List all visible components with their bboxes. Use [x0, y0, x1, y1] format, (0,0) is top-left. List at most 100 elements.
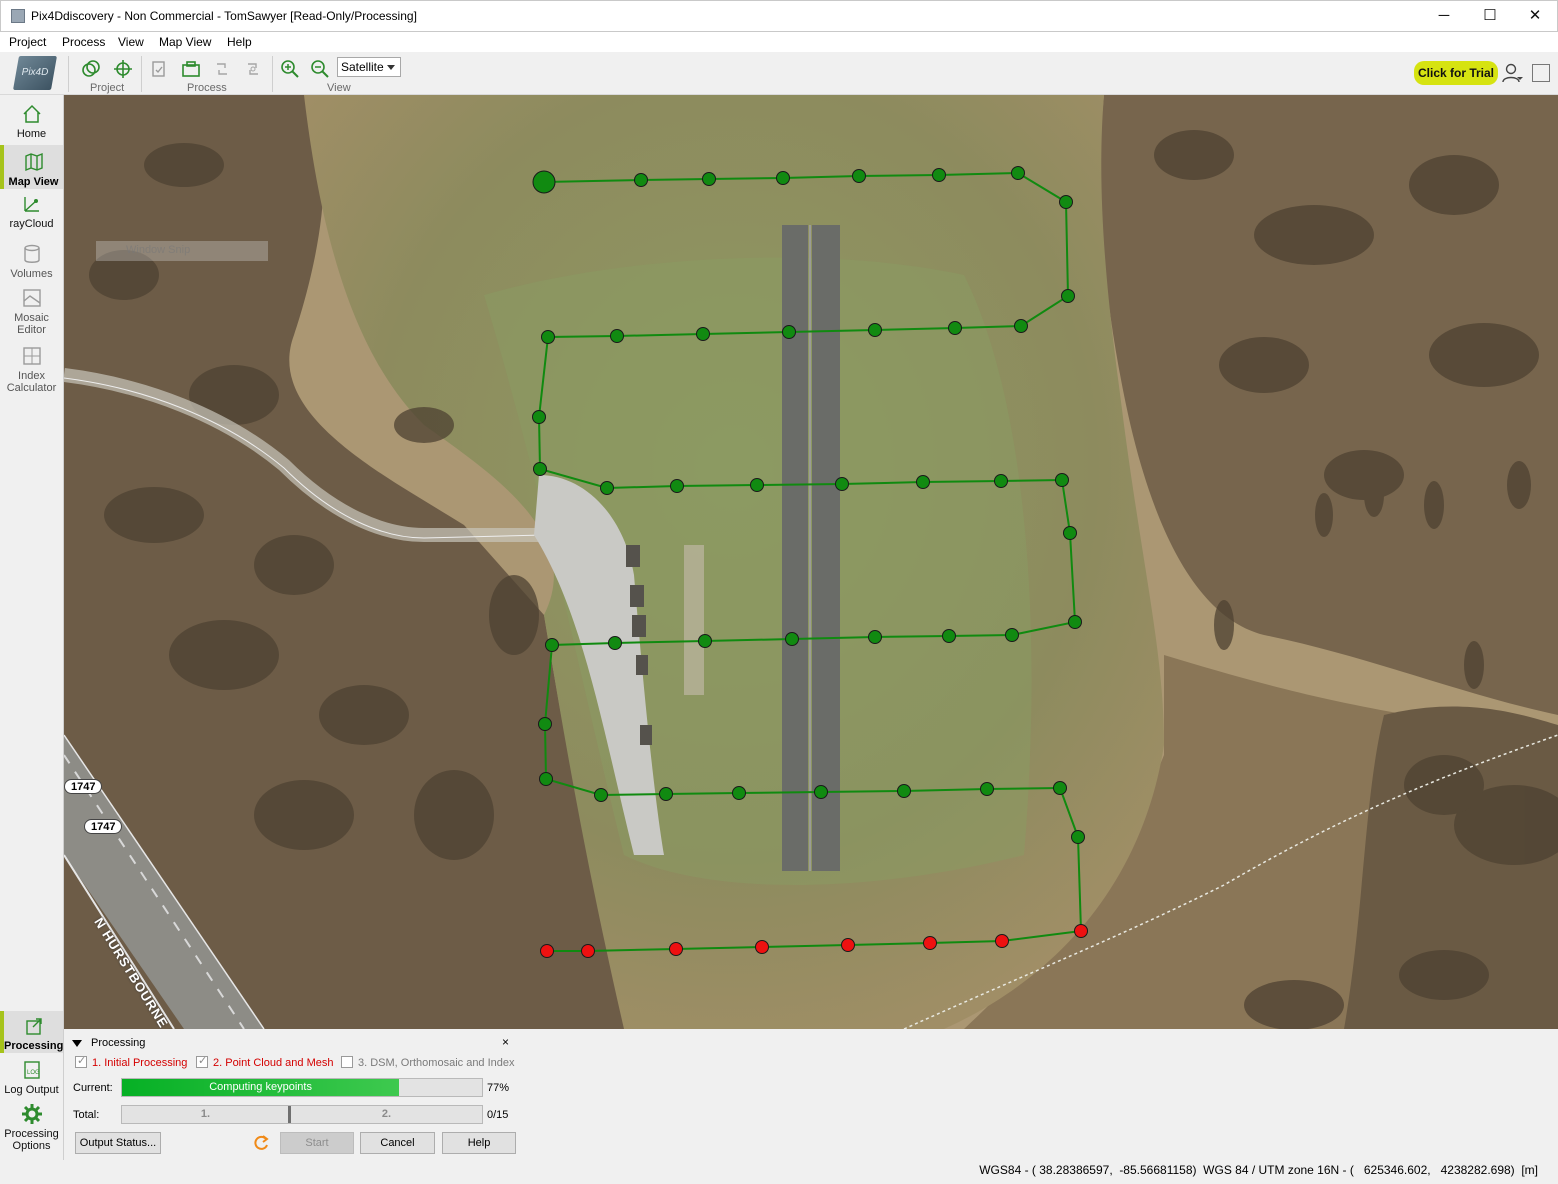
camera-position-processed[interactable] [732, 786, 746, 800]
camera-position-processed[interactable] [702, 172, 716, 186]
checkbox[interactable] [75, 1054, 87, 1068]
camera-position-processed[interactable] [1053, 781, 1067, 795]
reprocess-icon[interactable] [211, 58, 233, 80]
camera-position-processed[interactable] [942, 629, 956, 643]
camera-position-processed[interactable] [980, 782, 994, 796]
user-account-icon[interactable] [1501, 62, 1523, 84]
close-button[interactable]: ✕ [1512, 1, 1558, 31]
camera-position-processed[interactable] [1068, 615, 1082, 629]
output-status-button[interactable]: Output Status... [75, 1132, 161, 1154]
output-folder-icon[interactable] [180, 58, 202, 80]
camera-position-processed[interactable] [538, 717, 552, 731]
camera-position-processed[interactable] [608, 636, 622, 650]
sidebar-item-mosaic-editor[interactable]: Mosaic Editor [0, 287, 63, 339]
sidebar-item-index-calculator[interactable]: Index Calculator [0, 345, 63, 397]
start-button[interactable]: Start [280, 1132, 354, 1154]
camera-position-processed[interactable] [696, 327, 710, 341]
panel-toggle-icon[interactable] [1532, 64, 1550, 82]
menu-process[interactable]: Process [62, 35, 105, 49]
camera-position-pending[interactable] [923, 936, 937, 950]
camera-position-processed[interactable] [782, 325, 796, 339]
camera-position-processed[interactable] [994, 474, 1008, 488]
camera-position-pending[interactable] [669, 942, 683, 956]
pix4d-logo: Pix4D [13, 56, 57, 90]
sidebar-item-volumes[interactable]: Volumes [0, 243, 63, 287]
camera-position-processed[interactable] [785, 632, 799, 646]
camera-position-processed[interactable] [932, 168, 946, 182]
camera-position-processed[interactable] [532, 170, 556, 194]
collapse-triangle-icon[interactable] [72, 1040, 82, 1047]
camera-position-processed[interactable] [1071, 830, 1085, 844]
camera-position-processed[interactable] [897, 784, 911, 798]
camera-position-processed[interactable] [533, 462, 547, 476]
camera-position-pending[interactable] [841, 938, 855, 952]
camera-position-processed[interactable] [916, 475, 930, 489]
basemap-select-value: Satellite [341, 60, 384, 74]
processing-close-button[interactable]: × [502, 1035, 509, 1049]
sidebar-item-processing-options[interactable]: Processing Options [0, 1103, 63, 1157]
maximize-button[interactable]: ☐ [1467, 1, 1513, 31]
window-snip-overlay: Window Snip [96, 241, 268, 261]
camera-position-processed[interactable] [1061, 289, 1075, 303]
open-project-icon[interactable] [80, 58, 102, 80]
camera-position-processed[interactable] [539, 772, 553, 786]
sidebar-item-home[interactable]: Home [0, 103, 63, 147]
camera-position-processed[interactable] [868, 323, 882, 337]
camera-position-processed[interactable] [814, 785, 828, 799]
reprocess-all-icon[interactable] [242, 58, 264, 80]
checkbox[interactable] [341, 1056, 353, 1068]
camera-position-processed[interactable] [948, 321, 962, 335]
zoom-out-icon[interactable] [309, 58, 331, 80]
camera-position-pending[interactable] [1074, 924, 1088, 938]
camera-position-processed[interactable] [594, 788, 608, 802]
camera-position-pending[interactable] [995, 934, 1009, 948]
camera-position-processed[interactable] [541, 330, 555, 344]
camera-position-processed[interactable] [532, 410, 546, 424]
camera-position-processed[interactable] [1005, 628, 1019, 642]
checkbox[interactable] [196, 1054, 208, 1068]
camera-position-processed[interactable] [545, 638, 559, 652]
camera-position-processed[interactable] [868, 630, 882, 644]
camera-position-processed[interactable] [610, 329, 624, 343]
camera-position-processed[interactable] [776, 171, 790, 185]
map-view[interactable]: Window Snip 1747 1747 N HURSTBOURNE PKWY [64, 95, 1558, 1029]
sidebar-item-log-output[interactable]: LOG Log Output [0, 1059, 63, 1099]
menu-project[interactable]: Project [9, 35, 46, 49]
step-point-cloud[interactable]: 2. Point Cloud and Mesh [196, 1054, 333, 1069]
camera-position-processed[interactable] [852, 169, 866, 183]
help-button[interactable]: Help [442, 1132, 516, 1154]
camera-position-processed[interactable] [698, 634, 712, 648]
camera-position-pending[interactable] [540, 944, 554, 958]
sidebar-item-raycloud[interactable]: rayCloud [0, 193, 63, 237]
camera-position-processed[interactable] [1011, 166, 1025, 180]
camera-position-processed[interactable] [1059, 195, 1073, 209]
camera-position-processed[interactable] [750, 478, 764, 492]
title-bar: Pix4Ddiscovery - Non Commercial - TomSaw… [0, 0, 1558, 32]
camera-position-pending[interactable] [755, 940, 769, 954]
menu-help[interactable]: Help [227, 35, 252, 49]
refresh-icon[interactable] [252, 1134, 270, 1152]
camera-position-processed[interactable] [634, 173, 648, 187]
camera-position-processed[interactable] [1063, 526, 1077, 540]
step-initial-processing[interactable]: 1. Initial Processing [75, 1054, 187, 1069]
minimize-button[interactable]: ─ [1421, 1, 1467, 31]
basemap-select[interactable]: Satellite [337, 57, 401, 77]
camera-position-processed[interactable] [835, 477, 849, 491]
menu-view[interactable]: View [118, 35, 144, 49]
zoom-in-icon[interactable] [279, 58, 301, 80]
camera-position-processed[interactable] [670, 479, 684, 493]
gcp-manager-icon[interactable] [112, 58, 134, 80]
sidebar-item-processing[interactable]: Processing [0, 1011, 63, 1053]
process-step-icon[interactable] [148, 58, 170, 80]
step-dsm-orthomosaic[interactable]: 3. DSM, Orthomosaic and Index [341, 1056, 515, 1069]
camera-position-pending[interactable] [581, 944, 595, 958]
raycloud-icon [23, 197, 39, 212]
camera-position-processed[interactable] [1055, 473, 1069, 487]
camera-position-processed[interactable] [1014, 319, 1028, 333]
camera-position-processed[interactable] [659, 787, 673, 801]
trial-button[interactable]: Click for Trial [1414, 61, 1498, 85]
cancel-button[interactable]: Cancel [360, 1132, 435, 1154]
sidebar-item-map-view[interactable]: Map View [0, 145, 63, 189]
menu-map-view[interactable]: Map View [159, 35, 211, 49]
camera-position-processed[interactable] [600, 481, 614, 495]
